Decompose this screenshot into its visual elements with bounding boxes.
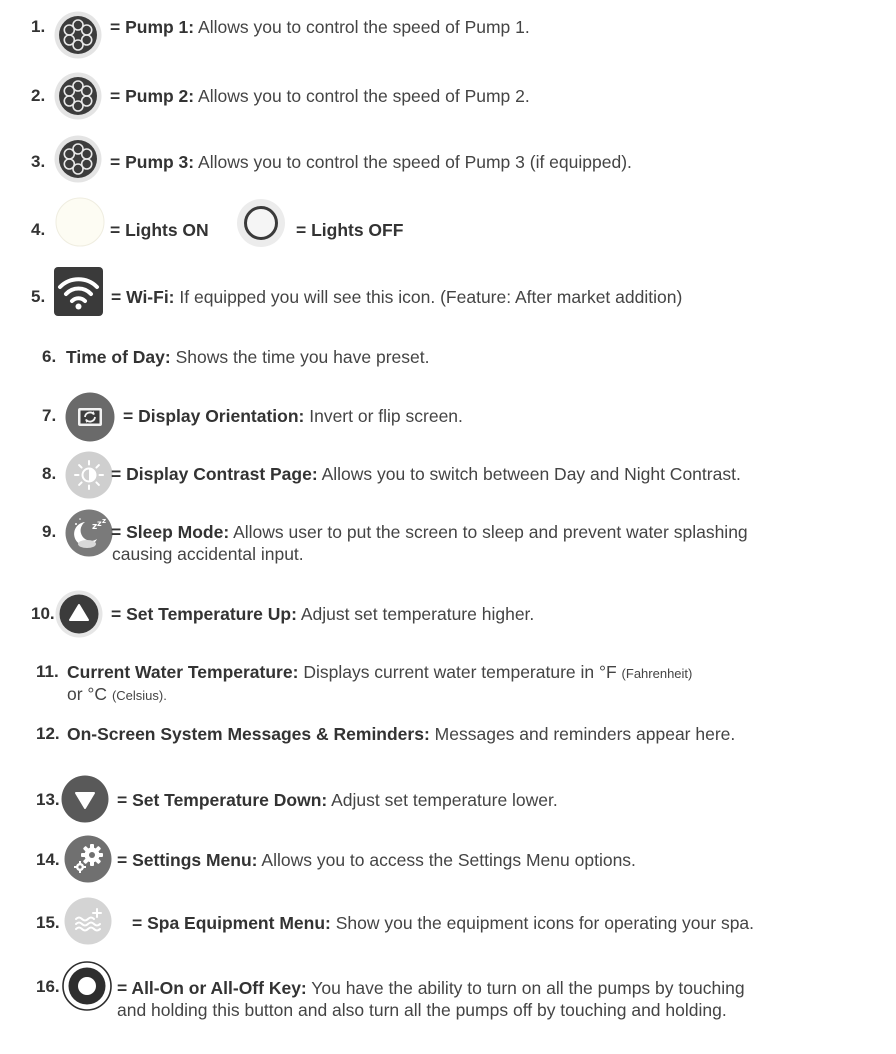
item-description-continued: or °C (67, 684, 108, 704)
temperature-up-icon (55, 590, 103, 638)
item-label: = Display Contrast Page: (111, 464, 318, 484)
lights-on-icon (55, 197, 105, 247)
item-number: 10. (31, 604, 55, 623)
temperature-down-icon (61, 775, 109, 823)
wifi-icon (54, 267, 103, 316)
item-number: 2. (31, 86, 46, 105)
pump-icon (54, 135, 102, 183)
item-description: You have the ability to turn on all the … (311, 978, 745, 998)
item-number: 5. (31, 287, 46, 306)
item-number: 11. (36, 662, 59, 681)
item-label: = Pump 2: (110, 86, 195, 106)
item-description: Allows you to access the Settings Menu o… (261, 850, 636, 870)
item-description: Adjust set temperature higher. (300, 604, 535, 624)
item-number: 13. (36, 790, 60, 809)
sleep-moon-icon: z z z (65, 509, 113, 557)
item-description: Show you the equipment icons for operati… (335, 913, 755, 933)
display-orientation-icon (65, 392, 115, 442)
item-label: = Pump 1: (110, 17, 195, 37)
item-number: 14. (36, 850, 60, 869)
item-label: = Sleep Mode: (111, 522, 230, 542)
item-number: 12. (36, 724, 60, 743)
item-description: Adjust set temperature lower. (331, 790, 558, 810)
item-description-continued: causing accidental input. (112, 544, 304, 564)
pump-icon (54, 72, 102, 120)
spa-equipment-icon (64, 897, 112, 945)
item-description: Invert or flip screen. (309, 406, 463, 426)
lights-off-icon (237, 199, 285, 247)
item-description: Allows you to switch between Day and Nig… (321, 464, 741, 484)
item-number: 4. (31, 220, 46, 239)
settings-gears-icon (64, 835, 112, 883)
item-description: If equipped you will see this icon. (Fea… (179, 287, 683, 307)
item-label: = Settings Menu: (117, 850, 258, 870)
item-number: 8. (42, 464, 57, 483)
item-description: Allows user to put the screen to sleep a… (233, 522, 748, 542)
item-label: = Lights ON (110, 220, 209, 240)
item-description: Shows the time you have preset. (175, 347, 430, 367)
item-label: = All-On or All-Off Key: (117, 978, 307, 998)
item-label: Time of Day: (66, 347, 171, 367)
item-label: = Wi-Fi: (111, 287, 175, 307)
item-label: On-Screen System Messages & Reminders: (67, 724, 430, 744)
item-label: Current Water Temperature: (67, 662, 299, 682)
all-on-off-icon (62, 961, 112, 1011)
item-number: 16. (36, 977, 60, 996)
item-label: = Spa Equipment Menu: (132, 913, 331, 933)
item-description: Messages and reminders appear here. (434, 724, 736, 744)
item-label: = Pump 3: (110, 152, 195, 172)
item-description: Allows you to control the speed of Pump … (198, 152, 632, 172)
item-number: 3. (31, 152, 46, 171)
item-label: = Set Temperature Up: (111, 604, 297, 624)
item-number: 15. (36, 913, 60, 932)
svg-text:z: z (102, 517, 106, 525)
item-description: Allows you to control the speed of Pump … (198, 17, 530, 37)
item-number: 7. (42, 406, 57, 425)
contrast-sun-icon (65, 451, 113, 499)
pump-icon (54, 11, 102, 59)
item-number: 1. (31, 17, 46, 36)
item-number: 9. (42, 522, 57, 541)
item-label: = Set Temperature Down: (117, 790, 328, 810)
item-label: = Display Orientation: (123, 406, 305, 426)
item-description-unit-continued: (Celsius). (111, 688, 167, 703)
item-description: Displays current water temperature in °F (303, 662, 617, 682)
item-label-secondary: = Lights OFF (296, 220, 404, 240)
item-description-unit: (Fahrenheit) (621, 666, 693, 681)
item-description: Allows you to control the speed of Pump … (198, 86, 530, 106)
item-number: 6. (42, 347, 57, 366)
item-description-continued: and holding this button and also turn al… (117, 1000, 727, 1020)
